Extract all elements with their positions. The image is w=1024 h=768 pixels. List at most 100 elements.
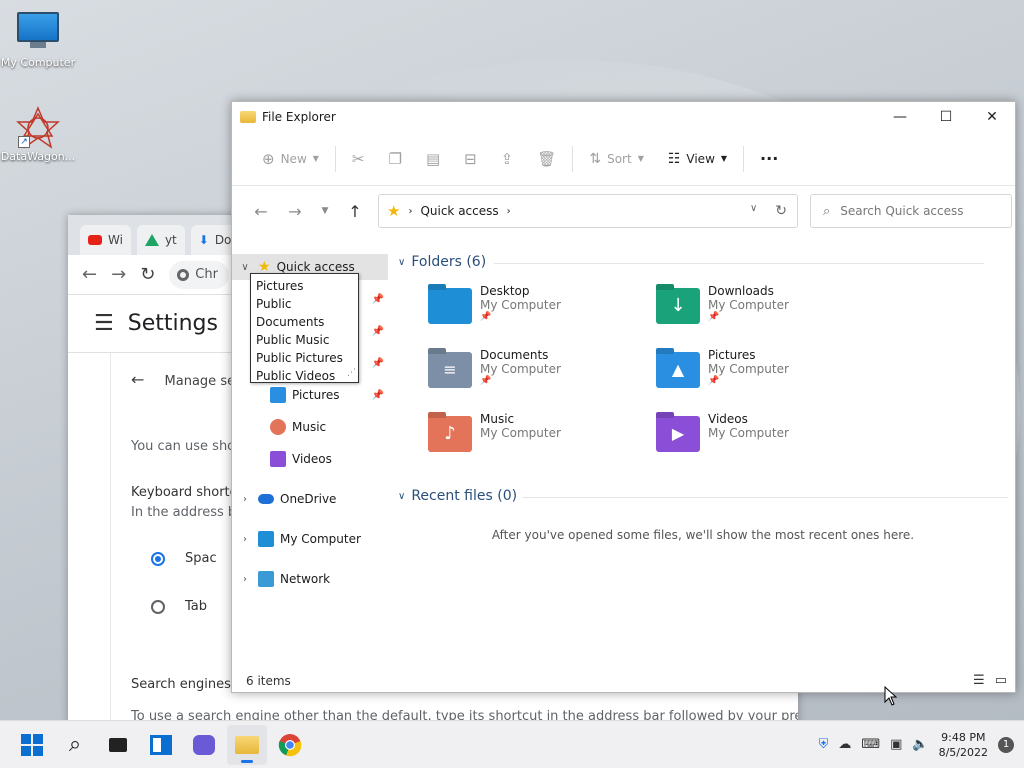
file-explorer-window[interactable]: File Explorer — ☐ ✕ ⊕ New ▼ ✂ ❐ ▤ ⊟ ⇪ 🗑 …: [231, 101, 1016, 693]
recent-locations-chevron-icon[interactable]: ▼: [312, 206, 338, 216]
folders-group-header[interactable]: ∨ Folders (6): [398, 254, 984, 270]
teams-chat-button[interactable]: [184, 725, 224, 765]
nav-music[interactable]: Music: [232, 414, 388, 440]
breadcrumb-quick-access[interactable]: Quick access: [420, 204, 498, 218]
title-bar[interactable]: File Explorer — ☐ ✕: [232, 102, 1015, 132]
close-button[interactable]: ✕: [969, 102, 1015, 132]
hamburger-menu-icon[interactable]: ☰: [94, 311, 114, 336]
radio-space[interactable]: Spac: [151, 551, 217, 566]
task-view-button[interactable]: [98, 725, 138, 765]
search-icon: ⌕: [68, 732, 82, 757]
address-bar[interactable]: ★ › Quick access › ∨ ↻: [378, 194, 798, 228]
details-view-icon[interactable]: ☰: [973, 673, 985, 688]
folder-tile-music[interactable]: ♪ Music My Computer: [428, 412, 638, 468]
volume-icon[interactable]: 🔈: [912, 737, 928, 752]
paste-button[interactable]: ▤: [414, 143, 452, 175]
network-icon[interactable]: ▣: [890, 737, 902, 752]
group-title: Recent files (0): [411, 488, 518, 504]
chevron-right-icon[interactable]: ›: [232, 494, 258, 505]
folder-tile-pictures[interactable]: ▲ Pictures My Computer 📌: [656, 348, 866, 404]
chevron-down-icon: ∨: [398, 490, 406, 502]
nav-my-computer[interactable]: › My Computer: [232, 526, 388, 552]
sort-button[interactable]: ⇅ Sort ▼: [577, 143, 656, 175]
desktop-icon-label: DataWagon...: [0, 150, 76, 163]
subpage-header: ← Manage se: [131, 370, 235, 389]
rename-button[interactable]: ⊟: [452, 143, 489, 175]
nav-pictures[interactable]: Pictures 📌: [232, 382, 388, 408]
pictures-folder-icon: ▲: [656, 352, 700, 388]
minimize-button[interactable]: —: [877, 102, 923, 132]
breadcrumb-separator-icon[interactable]: ›: [507, 206, 511, 217]
omnibox[interactable]: Chr: [169, 260, 230, 289]
datawagon-icon: ↗: [16, 106, 60, 149]
back-arrow-icon[interactable]: ←: [131, 370, 144, 389]
start-button[interactable]: [12, 725, 52, 765]
divider: [334, 145, 336, 172]
cut-button[interactable]: ✂: [340, 143, 377, 175]
copy-icon: ❐: [388, 149, 402, 168]
share-button[interactable]: ⇪: [489, 143, 526, 175]
drive-icon: [144, 234, 159, 246]
delete-button[interactable]: 🗑: [525, 143, 568, 175]
search-button[interactable]: ⌕: [55, 725, 95, 765]
forward-arrow-icon[interactable]: →: [111, 264, 126, 285]
widgets-button[interactable]: [141, 725, 181, 765]
tiles-view-icon[interactable]: ▭: [995, 673, 1007, 688]
task-view-icon: [109, 737, 127, 752]
search-box[interactable]: ⌕ Search Quick access: [810, 194, 1012, 228]
folder-tile-documents[interactable]: ≡ Documents My Computer 📌: [428, 348, 638, 404]
chrome-tab-drive[interactable]: yt: [136, 225, 185, 255]
pictures-icon: [270, 387, 286, 403]
clock-date: 8/5/2022: [938, 745, 988, 759]
security-shield-icon[interactable]: ⛨: [819, 737, 829, 752]
cloud-offline-icon[interactable]: ☁: [838, 737, 851, 752]
desktop-icon-my-computer[interactable]: My Computer: [0, 12, 76, 69]
tab-label: yt: [164, 233, 177, 247]
maximize-button[interactable]: ☐: [923, 102, 969, 132]
folder-tile-videos[interactable]: ▶ Videos My Computer: [656, 412, 866, 468]
desktop-icon-label: My Computer: [0, 56, 76, 69]
chevron-right-icon[interactable]: ›: [232, 534, 258, 545]
breadcrumb-separator-icon: ›: [408, 205, 413, 217]
view-toggle: ☰ ▭: [973, 673, 1007, 688]
nav-onedrive[interactable]: › OneDrive: [232, 486, 388, 512]
chrome-tab-youtube[interactable]: Wi: [80, 225, 131, 255]
file-explorer-taskbar-button[interactable]: [227, 724, 267, 765]
up-arrow-icon[interactable]: ↑: [338, 202, 372, 221]
folder-tile-downloads[interactable]: ↓ Downloads My Computer 📌: [656, 284, 866, 340]
tile-name: Videos: [708, 412, 748, 426]
omnibox-text: Chr: [195, 267, 218, 282]
refresh-icon[interactable]: ↻: [775, 203, 787, 219]
more-options-button[interactable]: ···: [748, 143, 790, 175]
forward-arrow-icon[interactable]: →: [278, 202, 312, 221]
nav-videos[interactable]: Videos: [232, 446, 388, 472]
clock[interactable]: 9:48 PM 8/5/2022: [939, 730, 988, 760]
shortcut-arrow-icon: ↗: [18, 136, 30, 148]
search-placeholder: Search Quick access: [840, 204, 964, 218]
nav-network[interactable]: › Network: [232, 566, 388, 592]
reload-icon[interactable]: ↻: [140, 264, 155, 285]
radio-tab[interactable]: Tab: [151, 599, 207, 614]
view-label: View: [686, 151, 715, 166]
back-arrow-icon[interactable]: ←: [244, 202, 278, 221]
chevron-down-icon[interactable]: ∨: [750, 203, 757, 219]
radio-selected-icon: [151, 551, 165, 566]
divider: [743, 145, 745, 172]
keyboard-icon[interactable]: ⌨: [861, 737, 880, 752]
plus-circle-icon: ⊕: [262, 149, 275, 168]
chevron-down-icon[interactable]: ∨: [232, 262, 258, 273]
tile-name: Pictures: [708, 348, 756, 362]
recent-files-group-header[interactable]: ∨ Recent files (0): [398, 488, 1008, 504]
cloud-icon: [258, 494, 274, 504]
desktop-icon-datawagon[interactable]: ↗ DataWagon...: [0, 106, 76, 163]
notification-badge[interactable]: 1: [998, 736, 1014, 753]
copy-button[interactable]: ❐: [377, 143, 414, 175]
new-button[interactable]: ⊕ New ▼: [250, 143, 331, 175]
view-button[interactable]: ☷ View ▼: [656, 143, 739, 175]
back-arrow-icon[interactable]: ←: [82, 264, 97, 285]
chrome-taskbar-button[interactable]: [270, 725, 310, 765]
chevron-right-icon[interactable]: ›: [232, 574, 258, 585]
folder-tile-desktop[interactable]: Desktop My Computer 📌: [428, 284, 638, 340]
tile-sub: My Computer: [708, 426, 789, 440]
tab-label: Do: [214, 233, 232, 247]
